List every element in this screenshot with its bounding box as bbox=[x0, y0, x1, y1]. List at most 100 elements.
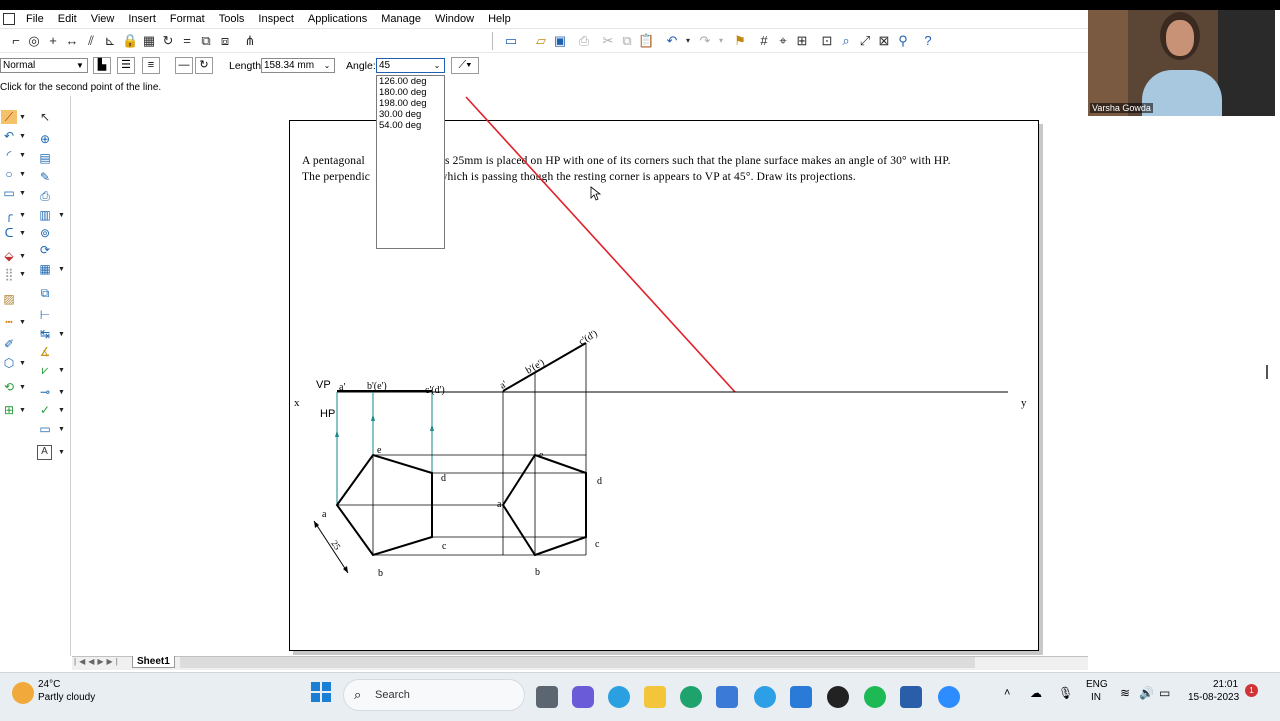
line-mode-icon[interactable]: — bbox=[175, 57, 193, 74]
angle-option[interactable]: 30.00 deg bbox=[377, 109, 444, 120]
angle-option[interactable]: 54.00 deg bbox=[377, 120, 444, 131]
refresh-icon[interactable]: ⟳ bbox=[37, 243, 53, 257]
rectangle-tool-icon[interactable]: ▭ bbox=[1, 186, 17, 200]
format-icon[interactable]: ▭ bbox=[37, 422, 53, 436]
redo-icon[interactable]: ↷ bbox=[697, 33, 713, 49]
start-button[interactable] bbox=[311, 682, 331, 702]
tray-chevron-icon[interactable]: ˄ bbox=[1004, 687, 1010, 699]
angle-tool-icon[interactable]: ∡ bbox=[37, 345, 53, 359]
line-weight-icon[interactable]: ≡ bbox=[142, 57, 160, 74]
trim-icon[interactable]: ✎ bbox=[37, 170, 53, 184]
cloud-icon[interactable]: ☁ bbox=[1030, 686, 1042, 700]
angle-option[interactable]: 126.00 deg bbox=[377, 76, 444, 87]
3d-box-icon[interactable]: ⬡ bbox=[1, 356, 17, 370]
menu-inspect[interactable]: Inspect bbox=[251, 10, 300, 28]
distance-icon[interactable]: ↹ bbox=[37, 327, 53, 341]
dimension-icon[interactable]: ⊞ bbox=[794, 33, 810, 49]
menu-view[interactable]: View bbox=[84, 10, 122, 28]
line-options-icon[interactable]: ⟋▾ bbox=[451, 57, 479, 74]
snap-points-icon[interactable]: ⌖ bbox=[775, 33, 791, 49]
dimension-tool-icon[interactable]: ⊢ bbox=[37, 308, 53, 322]
menu-help[interactable]: Help bbox=[481, 10, 518, 28]
circle-tool-icon[interactable]: ○ bbox=[1, 167, 17, 181]
zoom-icon[interactable]: ⌕ bbox=[838, 33, 854, 49]
hatch-tool-icon[interactable]: ▨ bbox=[1, 292, 17, 306]
length-input[interactable]: 158.34 mm ⌄ bbox=[261, 58, 335, 73]
todo-icon[interactable] bbox=[790, 686, 812, 708]
undo-dropdown-icon[interactable]: ▾ bbox=[680, 33, 696, 49]
mic-icon[interactable]: 🎙 bbox=[1058, 686, 1073, 700]
tab-nav-arrows-icon[interactable]: |◀◀▶▶| bbox=[74, 657, 121, 666]
print-area-icon[interactable]: ⎙ bbox=[37, 189, 53, 203]
angle-input[interactable]: 45 ⌄ bbox=[376, 58, 445, 73]
language-1[interactable]: ENG bbox=[1086, 679, 1108, 690]
text-tool-icon[interactable]: A bbox=[37, 445, 52, 460]
store-icon[interactable] bbox=[716, 686, 738, 708]
tangent-snap-icon[interactable]: ⫽ bbox=[83, 33, 99, 49]
clock-time[interactable]: 21:01 bbox=[1213, 679, 1238, 690]
menu-tools[interactable]: Tools bbox=[212, 10, 252, 28]
help-icon[interactable]: ? bbox=[920, 33, 936, 49]
mirror-icon[interactable]: ⧉ bbox=[198, 33, 214, 49]
flag-icon[interactable]: ⚑ bbox=[732, 33, 748, 49]
taskbar-search[interactable]: ⌕ Search bbox=[343, 679, 525, 711]
weather-temp[interactable]: 24°C bbox=[38, 679, 60, 690]
pan-icon[interactable]: ⊠ bbox=[876, 33, 892, 49]
rotate-snap-icon[interactable]: ↻ bbox=[160, 33, 176, 49]
github-icon[interactable] bbox=[827, 686, 849, 708]
zoom-fit-icon[interactable]: ⤢ bbox=[857, 33, 873, 49]
perpendicular-snap-icon[interactable]: ⊾ bbox=[102, 33, 118, 49]
callout-icon[interactable]: ⊸ bbox=[37, 385, 53, 399]
chrome-dev-icon[interactable] bbox=[754, 686, 776, 708]
volume-icon[interactable]: 🔊 bbox=[1139, 686, 1154, 700]
block-icon[interactable]: ▦ bbox=[37, 262, 53, 276]
weather-desc[interactable]: Partly cloudy bbox=[38, 692, 95, 703]
fillet-tool-icon[interactable]: ╭ bbox=[1, 208, 17, 222]
horizontal-scrollbar[interactable] bbox=[180, 657, 975, 668]
zoom-icon[interactable] bbox=[938, 686, 960, 708]
redo-dropdown-icon[interactable]: ▾ bbox=[713, 33, 729, 49]
new-file-icon[interactable]: ▭ bbox=[503, 33, 519, 49]
linestyle-tool-icon[interactable]: ┅ bbox=[1, 315, 17, 329]
vertical-scrollbar[interactable] bbox=[1266, 365, 1268, 379]
align-icon[interactable]: ⋔ bbox=[242, 33, 258, 49]
angle-option[interactable]: 198.00 deg bbox=[377, 98, 444, 109]
style-combo[interactable]: Normal ▼ bbox=[0, 58, 88, 73]
cut-icon[interactable]: ✂ bbox=[600, 33, 616, 49]
edit-tool-icon[interactable]: ✐ bbox=[1, 337, 17, 351]
line-type-icon[interactable]: ☰ bbox=[117, 57, 135, 74]
connect-icon[interactable]: ▤ bbox=[37, 151, 53, 165]
task-view-icon[interactable] bbox=[536, 686, 558, 708]
tab-sheet1[interactable]: Sheet1 bbox=[132, 656, 175, 668]
telegram-icon[interactable] bbox=[608, 686, 630, 708]
menu-window[interactable]: Window bbox=[428, 10, 481, 28]
insert-block-icon[interactable]: ⊞ bbox=[1, 403, 17, 417]
paste-icon[interactable]: 📋 bbox=[638, 33, 654, 49]
angle-dropdown-list[interactable]: 126.00 deg 180.00 deg 198.00 deg 30.00 d… bbox=[376, 75, 445, 249]
app-icon[interactable] bbox=[3, 13, 15, 25]
angle-option[interactable]: 180.00 deg bbox=[377, 87, 444, 98]
leader-icon[interactable]: ⩗ bbox=[37, 363, 53, 377]
weather-icon[interactable] bbox=[12, 682, 34, 704]
zoom-out-icon[interactable]: ⚲ bbox=[895, 33, 911, 49]
pattern-icon[interactable]: ⧈ bbox=[217, 33, 233, 49]
curve-tool-icon[interactable]: ↶ bbox=[1, 129, 17, 143]
fill-tool-icon[interactable]: ⬙ bbox=[1, 249, 17, 263]
print-icon[interactable]: ⎙ bbox=[576, 33, 592, 49]
grid-icon[interactable]: # bbox=[756, 33, 772, 49]
teams-icon[interactable] bbox=[572, 686, 594, 708]
copy-icon[interactable]: ⧉ bbox=[619, 33, 635, 49]
menu-manage[interactable]: Manage bbox=[374, 10, 428, 28]
offset-tool-icon[interactable]: ᑕ bbox=[1, 226, 17, 240]
cad-app-icon[interactable] bbox=[900, 686, 922, 708]
save-icon[interactable]: ▣ bbox=[552, 33, 568, 49]
clock-date[interactable]: 15-08-2023 bbox=[1188, 692, 1239, 703]
equal-icon[interactable]: = bbox=[179, 33, 195, 49]
grid-snap-icon[interactable]: ▦ bbox=[141, 33, 157, 49]
midpoint-snap-icon[interactable]: ↔ bbox=[64, 33, 80, 49]
arc-mode-icon[interactable]: ↻ bbox=[195, 57, 213, 74]
menu-applications[interactable]: Applications bbox=[301, 10, 374, 28]
file-explorer-icon[interactable] bbox=[644, 686, 666, 708]
relation-icon[interactable]: ⊕ bbox=[37, 132, 53, 146]
language-2[interactable]: IN bbox=[1091, 692, 1101, 703]
